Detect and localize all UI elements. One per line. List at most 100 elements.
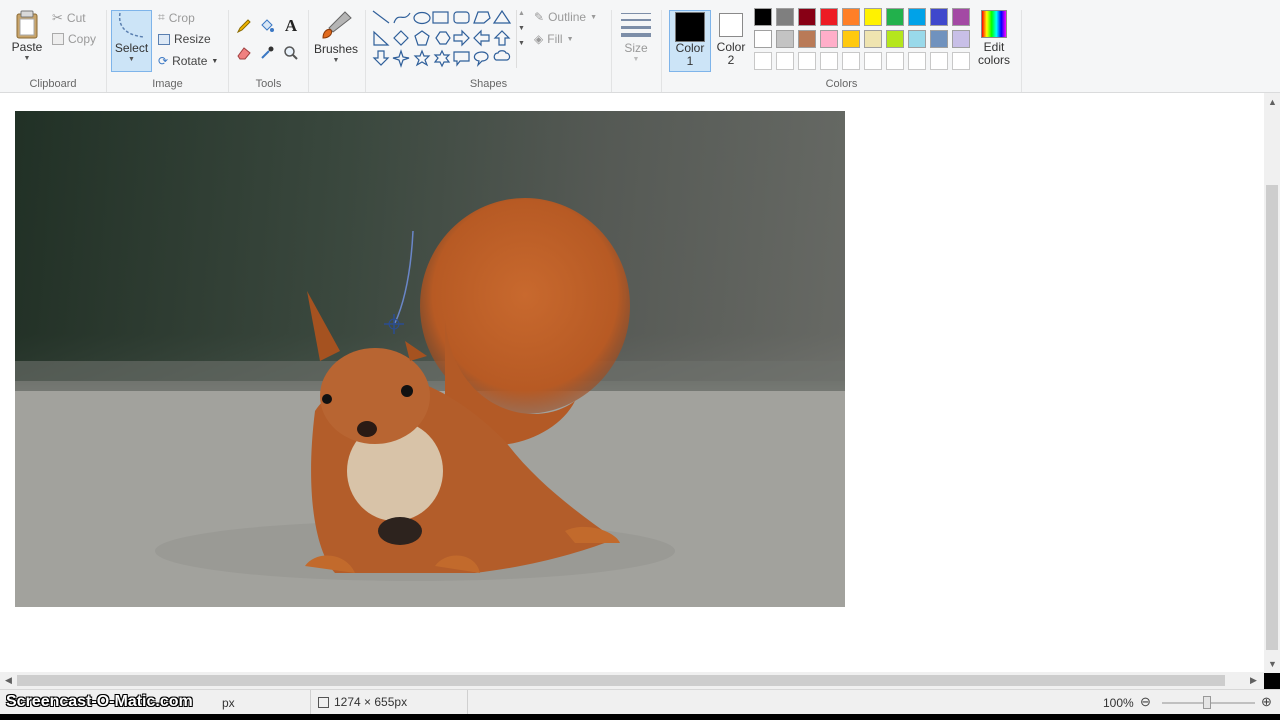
crop-button[interactable]: ⌗ Crop [158,10,195,25]
color-picker-icon[interactable] [258,44,276,62]
right-triangle-shape-icon [373,30,390,46]
size-button[interactable]: Size ▼ [616,10,656,63]
scroll-down-icon[interactable]: ▼ [518,25,525,32]
eraser-icon[interactable] [235,44,253,62]
gallery-expand-icon[interactable]: ▼ [518,40,525,47]
squirrel-photo[interactable] [15,111,845,607]
palette-swatch[interactable] [754,30,772,48]
vertical-scroll-thumb[interactable] [1266,185,1278,650]
palette-swatch[interactable] [798,52,816,70]
zoom-slider-thumb[interactable] [1203,696,1211,709]
color2-button[interactable]: Color 2 [713,10,749,72]
horizontal-scrollbar[interactable]: ◀ ▶ [0,672,1264,689]
palette-swatch[interactable] [886,52,904,70]
copy-button[interactable]: Copy [52,32,96,46]
status-bar: Screencast-O-Matic.com px 1274 × 655px 1… [0,689,1280,714]
palette-swatch[interactable] [842,8,860,26]
shapes-group-label: Shapes [469,78,508,90]
scroll-right-arrow-icon[interactable]: ▶ [1250,675,1257,686]
magnifier-icon[interactable] [282,44,300,62]
palette-swatch[interactable] [842,52,860,70]
chevron-down-icon: ▼ [128,56,135,63]
fill-button[interactable]: ◈ Fill ▼ [534,32,574,46]
right-arrow-shape-icon [453,29,470,47]
hexagon-shape-icon [435,31,451,45]
rotate-button[interactable]: ⟳ Rotate ▼ [158,54,218,68]
palette-swatch[interactable] [776,52,794,70]
edit-colors-button[interactable]: Edit colors [975,10,1013,72]
squirrel-image [15,111,845,607]
palette-swatch[interactable] [886,8,904,26]
window-bottom-edge [0,714,1280,720]
six-point-star-shape-icon [433,49,451,68]
zoom-out-icon[interactable]: ⊖ [1140,694,1151,710]
palette-swatch[interactable] [952,30,970,48]
fill-bucket-icon[interactable] [258,17,276,35]
palette-swatch[interactable] [798,8,816,26]
line-shape-icon [372,10,390,24]
clipboard-group: Paste ▼ ✂ Cut Copy Clipboard [0,10,107,92]
color1-button[interactable]: Color 1 [669,10,711,72]
outline-button[interactable]: ✎ Outline ▼ [534,10,597,24]
palette-swatch[interactable] [820,30,838,48]
brushes-label: Brushes [313,42,359,56]
vertical-scrollbar[interactable]: ▲ ▼ [1264,93,1280,673]
shapes-gallery-scroll[interactable]: ▲ ▼ ▼ [516,10,525,68]
palette-swatch[interactable] [908,30,926,48]
text-tool-icon[interactable]: A [282,16,300,35]
brushes-button[interactable]: Brushes ▼ [312,10,360,64]
palette-swatch[interactable] [820,8,838,26]
horizontal-scroll-thumb[interactable] [17,675,1225,686]
palette-swatch[interactable] [864,30,882,48]
palette-swatch[interactable] [798,30,816,48]
down-arrow-shape-icon [372,50,390,66]
shapes-gallery[interactable] [372,10,518,68]
palette-swatch[interactable] [930,8,948,26]
palette-swatch[interactable] [952,8,970,26]
palette-swatch[interactable] [776,30,794,48]
colors-group-label: Colors [825,78,858,90]
palette-swatch[interactable] [908,52,926,70]
palette-swatch[interactable] [776,8,794,26]
rounded-rectangle-shape-icon [453,11,470,24]
oval-shape-icon [413,11,431,25]
palette-swatch[interactable] [754,8,772,26]
status-divider [467,690,468,714]
palette-swatch[interactable] [754,52,772,70]
canvas-size-icon [318,696,329,708]
palette-swatch[interactable] [842,30,860,48]
palette-swatch[interactable] [952,52,970,70]
palette-swatch[interactable] [864,52,882,70]
left-arrow-shape-icon [473,29,490,47]
pentagon-shape-icon [414,30,430,46]
rectangle-shape-icon [432,11,449,24]
partial-size-text: px [222,696,235,710]
palette-swatch[interactable] [908,8,926,26]
fill-icon: ◈ [534,32,544,46]
palette-swatch[interactable] [864,8,882,26]
scroll-up-arrow-icon[interactable]: ▲ [1268,97,1277,107]
size-label: Size [624,41,648,55]
scroll-left-arrow-icon[interactable]: ◀ [5,675,12,686]
rotate-icon: ⟳ [158,54,169,68]
zoom-in-icon[interactable]: ⊕ [1261,694,1272,710]
cut-button[interactable]: ✂ Cut [52,10,86,26]
palette-swatch[interactable] [930,30,948,48]
paste-button[interactable]: Paste ▼ [8,10,46,62]
ribbon: Paste ▼ ✂ Cut Copy Clipboard Image Selec… [0,0,1280,93]
cloud-callout-shape-icon [493,50,511,61]
palette-swatch[interactable] [930,52,948,70]
palette-swatch[interactable] [820,52,838,70]
pencil-icon[interactable] [235,17,253,35]
color1-swatch [675,12,705,42]
select-button[interactable]: Select ▼ [111,10,152,72]
crosshair-cursor-icon [384,314,404,334]
scroll-up-icon[interactable]: ▲ [518,10,525,17]
chevron-down-icon: ▼ [632,56,640,63]
palette-swatch[interactable] [886,30,904,48]
outline-icon: ✎ [534,10,545,24]
color2-swatch [719,13,743,37]
resize-button[interactable]: Resize [158,32,211,46]
scroll-down-arrow-icon[interactable]: ▼ [1268,659,1277,669]
clipboard-group-label: Clipboard [29,78,77,90]
